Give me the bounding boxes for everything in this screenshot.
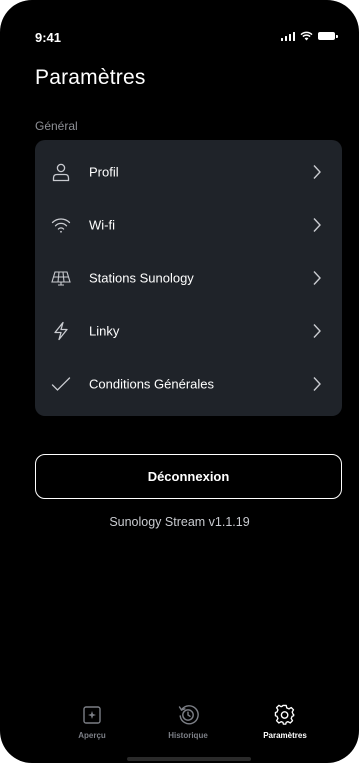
lightning-icon: [51, 321, 71, 341]
tab-parametres[interactable]: Paramètres: [245, 704, 325, 744]
settings-item-stations-sunology[interactable]: Stations Sunology: [35, 252, 342, 304]
wifi-icon: [51, 215, 71, 235]
status-icons: [280, 30, 338, 42]
cellular-signal-icon: [280, 31, 295, 41]
logout-button[interactable]: Déconnexion: [35, 454, 342, 499]
page-title: Paramètres: [35, 66, 146, 89]
chevron-right-icon: [313, 324, 321, 338]
settings-item-label: Profil: [89, 164, 119, 180]
overview-icon: [81, 704, 103, 726]
settings-item-linky[interactable]: Linky: [35, 305, 342, 357]
battery-icon: [318, 32, 338, 40]
tab-bar: Aperçu Historique Paramètres: [0, 690, 359, 763]
settings-card: Profil Wi-fi Stations Sunology Linky Con…: [35, 140, 342, 416]
tab-label: Paramètres: [263, 731, 307, 740]
status-bar: 9:41: [0, 0, 359, 60]
home-indicator: [127, 757, 251, 761]
settings-item-label: Stations Sunology: [89, 270, 194, 286]
wifi-status-icon: [300, 31, 313, 41]
settings-item-conditions-generales[interactable]: Conditions Générales: [35, 358, 342, 410]
settings-item-label: Conditions Générales: [89, 376, 215, 392]
settings-gear-icon: [274, 704, 296, 726]
chevron-right-icon: [313, 165, 321, 179]
user-icon: [51, 162, 71, 182]
settings-item-wifi[interactable]: Wi-fi: [35, 199, 342, 251]
tab-apercu[interactable]: Aperçu: [52, 704, 132, 744]
chevron-right-icon: [313, 271, 321, 285]
solar-panel-icon: [51, 268, 71, 288]
section-label-general: Général: [35, 119, 78, 133]
tab-label: Aperçu: [78, 731, 106, 740]
chevron-right-icon: [313, 218, 321, 232]
chevron-right-icon: [313, 377, 321, 391]
settings-item-label: Wi-fi: [89, 217, 115, 233]
settings-item-profil[interactable]: Profil: [35, 146, 342, 198]
settings-item-label: Linky: [89, 323, 120, 339]
tab-label: Historique: [168, 731, 208, 740]
status-time: 9:41: [35, 30, 62, 45]
history-icon: [177, 704, 199, 726]
phone-screen: 9:41 Paramètres Général Profil Wi-fi Sta…: [0, 0, 359, 763]
app-version: Sunology Stream v1.1.19: [109, 515, 250, 529]
tab-historique[interactable]: Historique: [148, 704, 228, 744]
checkmark-icon: [51, 374, 71, 394]
